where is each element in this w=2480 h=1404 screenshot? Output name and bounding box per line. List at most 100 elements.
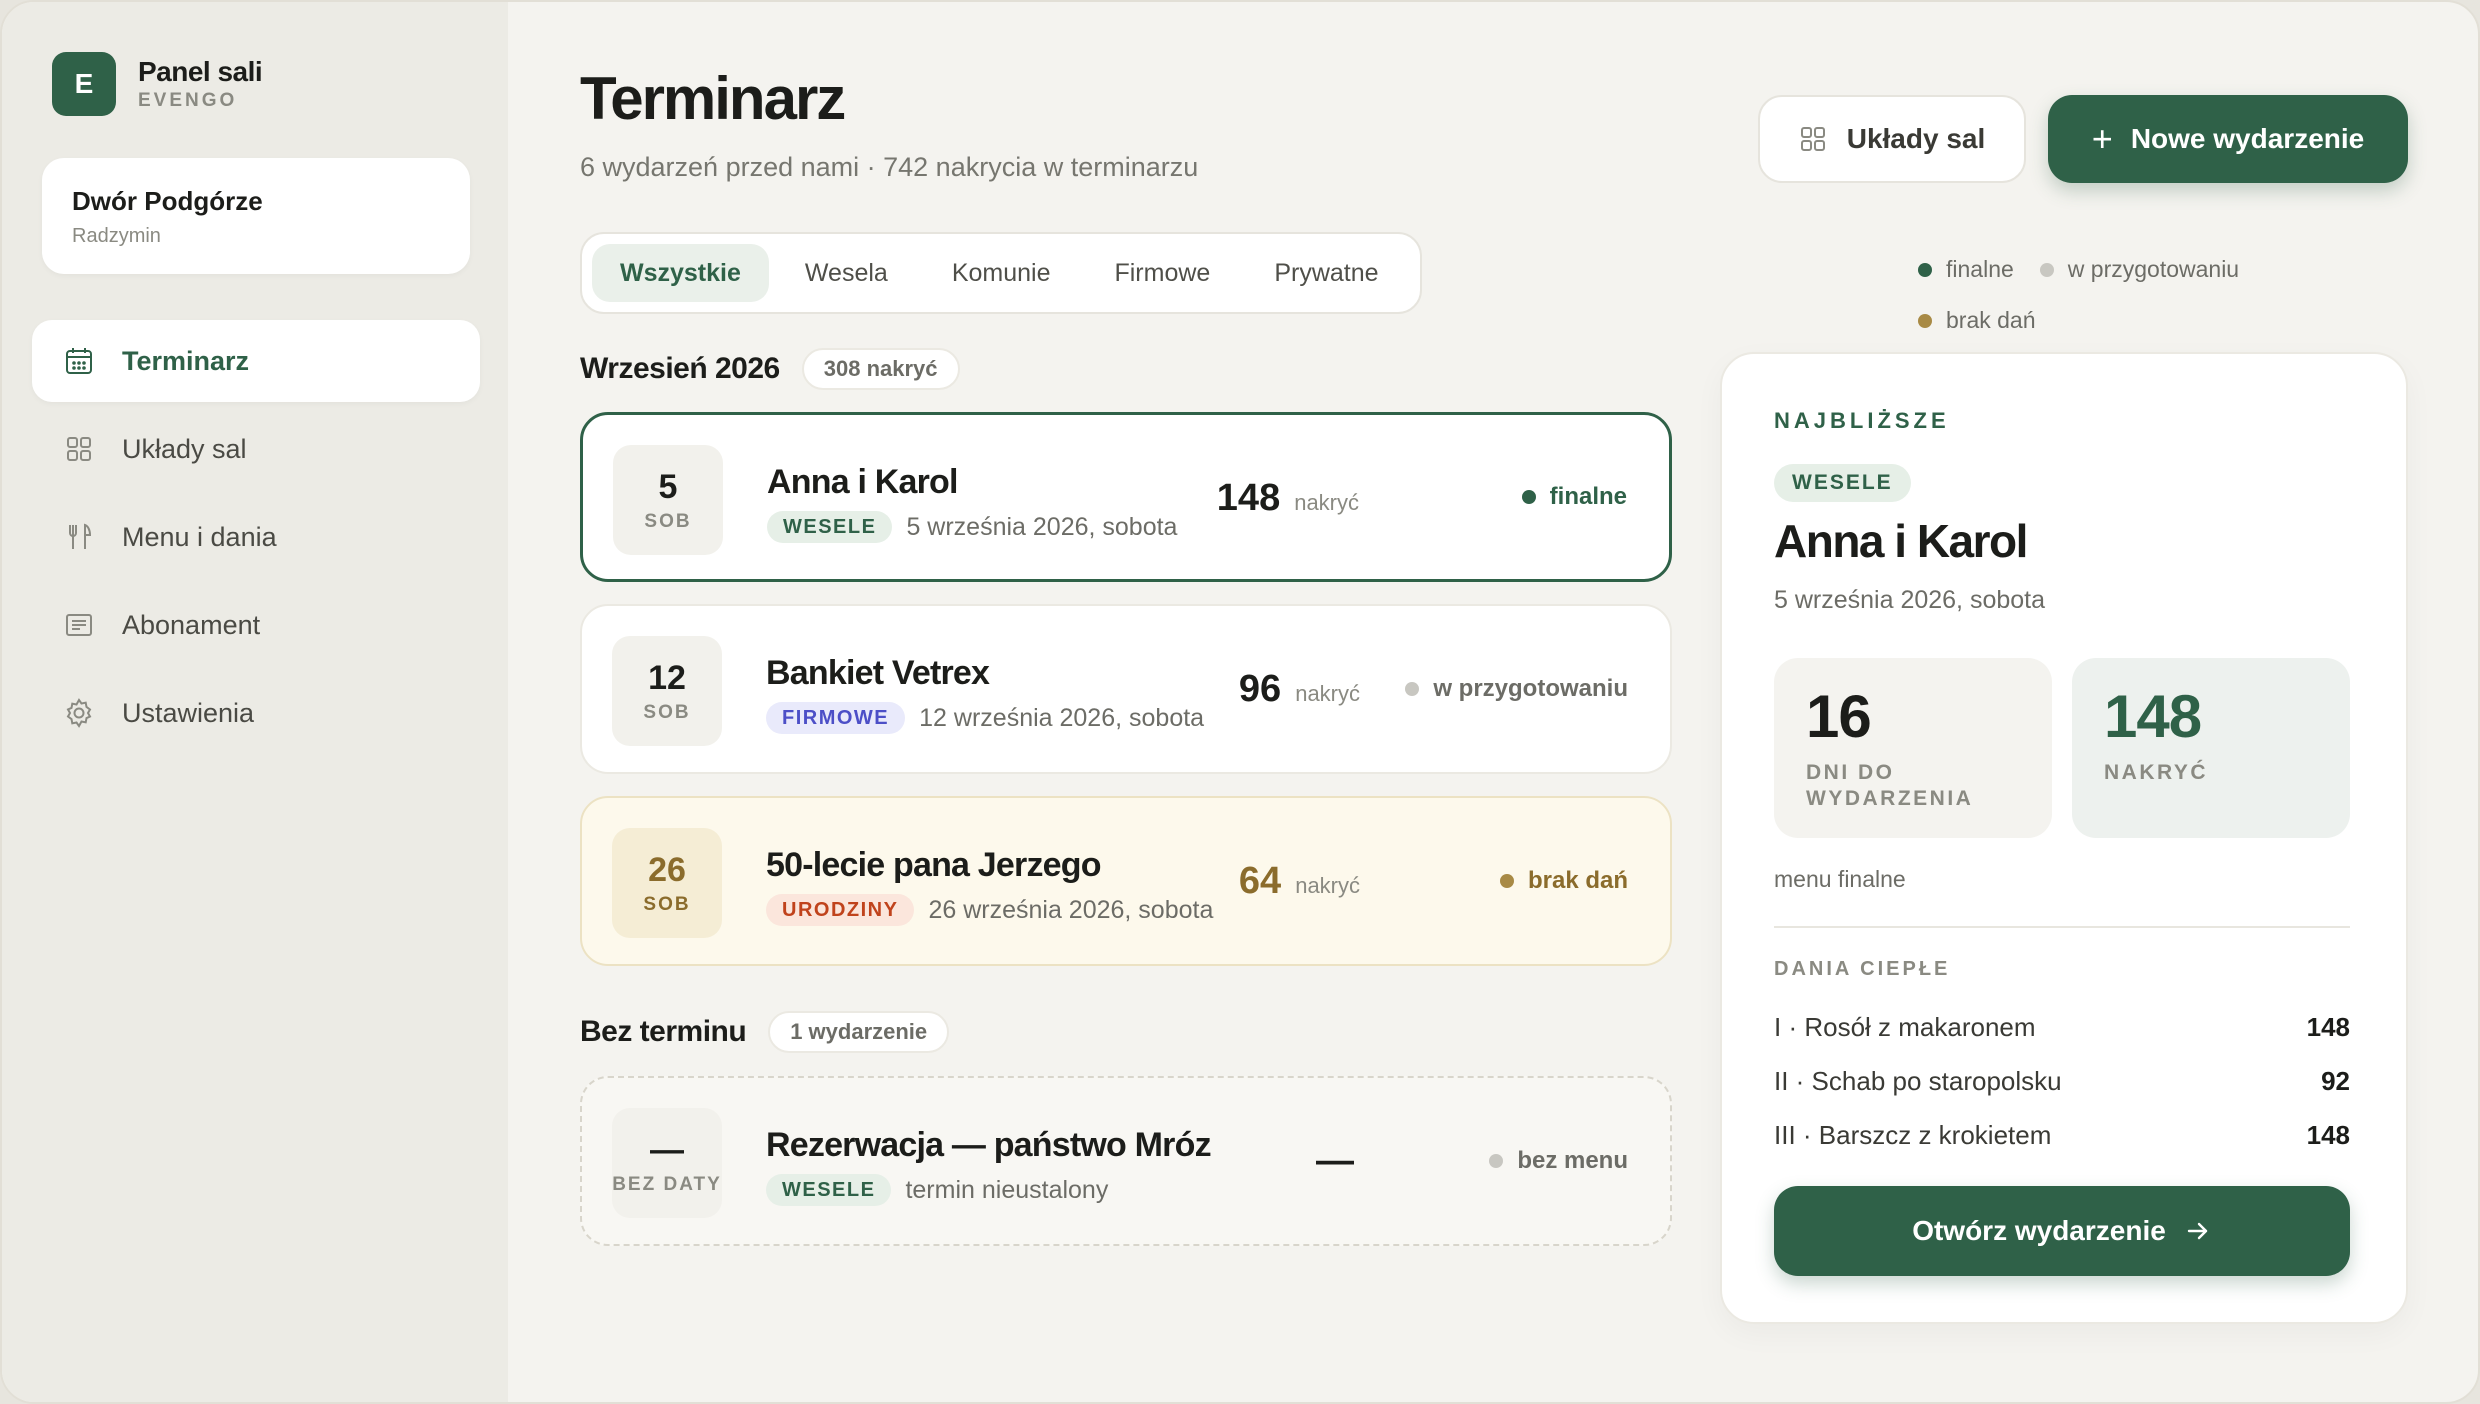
event-date: 5 września 2026, sobota [906, 512, 1178, 541]
event-name: Rezerwacja — państwo Mróz [766, 1126, 1212, 1164]
event-weekday: BEZ DATY [612, 1173, 722, 1195]
event-covers: — [1316, 1140, 1354, 1182]
sidebar-item-label: Terminarz [122, 345, 250, 376]
section-count: 308 nakryć [801, 348, 960, 390]
sidebar-item-label: Menu i dania [122, 521, 277, 552]
event-covers: 148 nakryć [1216, 477, 1359, 519]
layouts-button-label: Układy sal [1846, 123, 1986, 154]
covers-stat: 148 NAKRYĆ [2072, 658, 2350, 838]
legend-missing: brak dań [1918, 307, 2036, 334]
event-status: bez menu [1489, 1078, 1628, 1244]
tab-komunie[interactable]: Komunie [924, 244, 1079, 302]
section-header-september: Wrzesień 2026 308 nakryć [580, 348, 960, 390]
days-value: 16 [1806, 683, 1872, 750]
grid-icon [1800, 127, 1825, 151]
event-name: Anna i Karol [767, 463, 958, 501]
tab-prywatne[interactable]: Prywatne [1246, 244, 1406, 302]
event-type-badge: URODZINY [766, 894, 915, 926]
event-date: termin nieustalony [905, 1175, 1109, 1204]
event-date-box: 5 SOB [613, 445, 723, 555]
grid-icon [62, 432, 96, 466]
plus-icon: + [2091, 118, 2113, 159]
sidebar-nav: Terminarz Układy sal Menu i dania Abonam… [32, 320, 480, 760]
event-card[interactable]: — BEZ DATY Rezerwacja — państwo Mróz WES… [580, 1076, 1672, 1246]
gear-icon [62, 696, 96, 730]
sidebar-item-terminarz[interactable]: Terminarz [32, 320, 480, 402]
dish-row: III · Barszcz z krokietem 148 [1774, 1108, 2350, 1162]
sidebar-item-menu-i-dania[interactable]: Menu i dania [32, 496, 480, 578]
covers-label: NAKRYĆ [2104, 761, 2209, 784]
dish-qty: 148 [2306, 1119, 2350, 1150]
covers-value: 148 [2104, 683, 2202, 750]
filter-tabs: Wszystkie Wesela Komunie Firmowe Prywatn… [580, 232, 1422, 314]
tab-wesela[interactable]: Wesela [777, 244, 916, 302]
status-legend: finalne w przygotowaniu brak dań [1918, 256, 2338, 358]
dish-qty: 148 [2306, 1011, 2350, 1042]
event-day: 26 [648, 850, 686, 889]
venue-city: Radzymin [72, 225, 161, 247]
section-count: 1 wydarzenie [768, 1011, 950, 1053]
layouts-button[interactable]: Układy sal [1758, 95, 2026, 183]
section-title: Bez terminu [580, 1015, 747, 1048]
dish-name: I · Rosół z makaronem [1774, 1011, 2036, 1042]
event-covers: 64 nakryć [1238, 860, 1360, 902]
event-detail-panel: NAJBLIŻSZE WESELE Anna i Karol 5 wrześni… [1720, 352, 2408, 1324]
fork-knife-icon [62, 520, 96, 554]
event-date: 12 września 2026, sobota [919, 703, 1205, 732]
dish-name: III · Barszcz z krokietem [1774, 1119, 2052, 1150]
venue-selector[interactable]: Dwór Podgórze Radzymin [42, 158, 470, 274]
event-day: 12 [648, 658, 686, 697]
brand-logo: E [52, 52, 116, 116]
sidebar-item-label: Abonament [122, 609, 261, 640]
page-subtitle: 6 wydarzeń przed nami · 742 nakrycia w t… [580, 152, 1199, 182]
app-window: E Panel sali EVENGO Dwór Podgórze Radzym… [0, 0, 2480, 1404]
panel-eyebrow: NAJBLIŻSZE [1774, 408, 1950, 433]
event-covers: 96 nakryć [1238, 668, 1360, 710]
dish-qty: 92 [2321, 1065, 2350, 1096]
event-date: 26 września 2026, sobota [928, 895, 1214, 924]
dishes-title: DANIA CIEPŁE [1774, 958, 1951, 980]
legend-preparing: w przygotowaniu [2039, 256, 2239, 283]
event-status: brak dań [1499, 798, 1628, 964]
event-status: w przygotowaniu [1405, 606, 1628, 772]
divider [1774, 926, 2350, 928]
sidebar: E Panel sali EVENGO Dwór Podgórze Radzym… [2, 2, 508, 1402]
event-status: finalne [1521, 415, 1627, 579]
event-card[interactable]: 26 SOB 50-lecie pana Jerzego URODZINY 26… [580, 796, 1672, 966]
sidebar-item-ustawienia[interactable]: Ustawienia [32, 672, 480, 754]
days-label: DNI DO WYDARZENIA [1806, 761, 1974, 811]
event-type-badge: WESELE [1774, 464, 1911, 502]
event-day: 5 [658, 467, 678, 506]
sidebar-item-uklady-sal[interactable]: Układy sal [32, 408, 480, 490]
event-weekday: SOB [643, 701, 691, 723]
brand-name: Panel sali [138, 56, 263, 87]
days-until-stat: 16 DNI DO WYDARZENIA [1774, 658, 2052, 838]
event-date-box: 12 SOB [612, 636, 722, 746]
event-name: 50-lecie pana Jerzego [766, 846, 1102, 884]
event-type-badge: WESELE [767, 511, 893, 543]
sidebar-item-label: Układy sal [122, 433, 247, 464]
page-title: Terminarz [580, 65, 846, 132]
venue-name: Dwór Podgórze [72, 186, 263, 216]
event-card[interactable]: 5 SOB Anna i Karol WESELE 5 września 202… [580, 412, 1672, 582]
tab-wszystkie[interactable]: Wszystkie [592, 244, 769, 302]
brand-subtitle: EVENGO [138, 90, 238, 111]
event-card[interactable]: 12 SOB Bankiet Vetrex FIRMOWE 12 wrześni… [580, 604, 1672, 774]
calendar-icon [62, 344, 96, 378]
event-weekday: SOB [643, 893, 691, 915]
sidebar-item-abonament[interactable]: Abonament [32, 584, 480, 666]
new-event-button-label: Nowe wydarzenie [2130, 123, 2365, 154]
arrow-right-icon [2187, 1222, 2208, 1240]
event-day: — [650, 1130, 684, 1169]
event-type-badge: FIRMOWE [766, 702, 906, 734]
section-title: Wrzesień 2026 [580, 352, 780, 385]
event-name: Bankiet Vetrex [766, 654, 990, 692]
section-header-undated: Bez terminu 1 wydarzenie [580, 1011, 950, 1053]
sidebar-item-label: Ustawienia [122, 697, 255, 728]
new-event-button[interactable]: + Nowe wydarzenie [2048, 95, 2408, 183]
detail-date: 5 września 2026, sobota [1774, 586, 2046, 614]
tab-firmowe[interactable]: Firmowe [1086, 244, 1238, 302]
dish-row: I · Rosół z makaronem 148 [1774, 1000, 2350, 1054]
detail-title: Anna i Karol [1774, 515, 2028, 567]
open-event-button[interactable]: Otwórz wydarzenie [1774, 1186, 2350, 1276]
